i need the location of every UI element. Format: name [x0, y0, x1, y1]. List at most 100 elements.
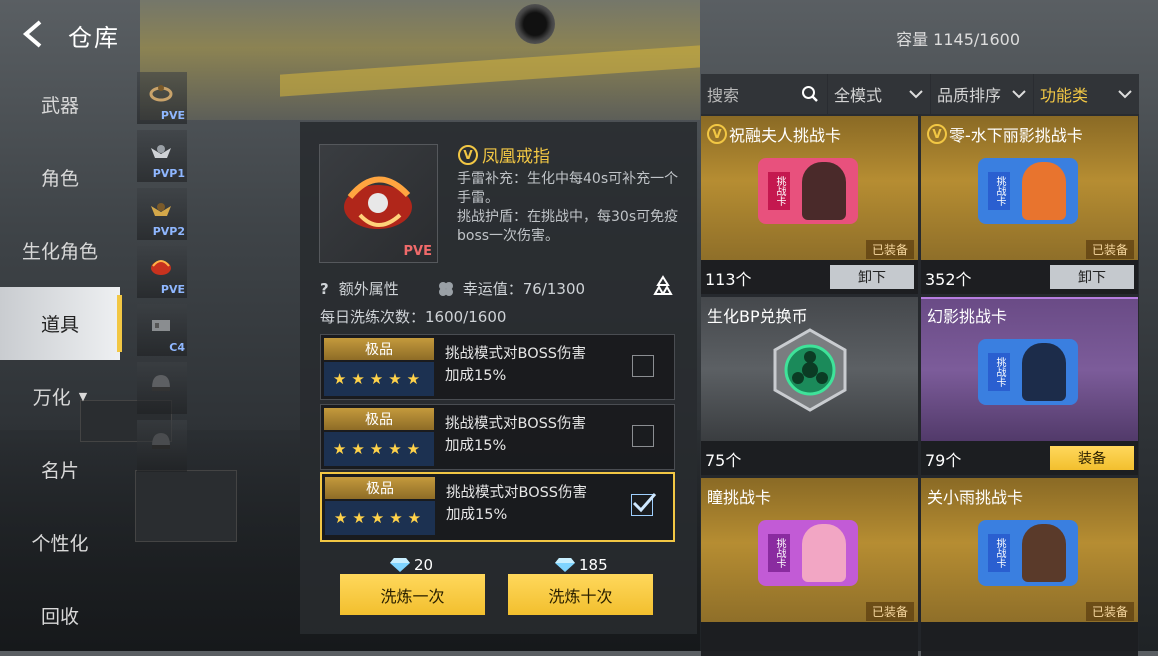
card-title: V 零-水下丽影挑战卡	[927, 122, 1083, 146]
capacity-label: 容量 1145/1600	[896, 30, 1020, 49]
card-chip-label: 挑战卡	[768, 172, 790, 210]
help-icon[interactable]: ?	[320, 280, 329, 298]
item-count: 75个	[705, 451, 742, 470]
attribute-checkbox[interactable]	[632, 355, 654, 377]
card-chip-label: 挑战卡	[768, 534, 790, 572]
star-rating: ★★★★★	[324, 432, 434, 466]
item-card[interactable]: V 零-水下丽影挑战卡 挑战卡 已装备 352个 卸下	[921, 116, 1138, 294]
extra-attribute-row: ? 额外属性 幸运值：76/1300	[320, 278, 585, 299]
card-name: 幻影挑战卡	[927, 307, 1008, 326]
character-figure	[1022, 524, 1066, 582]
character-figure	[1022, 343, 1066, 401]
description-line: 手雷补充：生化中每40s可补充一个手雷。	[457, 171, 679, 206]
mode-filter-dropdown[interactable]: 全模式	[828, 74, 930, 114]
item-card[interactable]: 关小雨挑战卡 挑战卡 已装备	[921, 478, 1138, 656]
search-input[interactable]: 搜索	[701, 74, 827, 114]
recycle-icon[interactable]	[651, 274, 675, 298]
card-chip-label: 挑战卡	[988, 172, 1010, 210]
character-figure	[802, 524, 846, 582]
slot-tag: PVE	[160, 283, 185, 296]
equip-button[interactable]: 装备	[1050, 446, 1134, 470]
item-card[interactable]: 生化BP兑换币 75个	[701, 297, 918, 475]
menu-item-personalize[interactable]: 个性化	[0, 506, 120, 579]
extra-attribute-label: 额外属性	[338, 280, 399, 298]
attribute-option[interactable]: 极品 ★★★★★ 挑战模式对BOSS伤害 加成15%	[320, 334, 675, 400]
item-card[interactable]: 瞳挑战卡 挑战卡 已装备	[701, 478, 918, 656]
caret-down-icon: ▼	[78, 390, 88, 403]
vip-badge-icon: V	[707, 124, 727, 144]
background-crate	[135, 470, 237, 542]
menu-item-props[interactable]: 道具	[0, 287, 122, 360]
card-footer: 352个 卸下	[921, 260, 1138, 294]
slot-pvp2[interactable]: PVP2	[137, 188, 187, 240]
item-name: 凤凰戒指	[482, 147, 550, 167]
item-card[interactable]: 幻影挑战卡 挑战卡 79个 装备	[921, 297, 1138, 475]
mode-tag: PVE	[403, 244, 432, 259]
menu-item-label: 武器	[40, 95, 79, 117]
attribute-option-selected[interactable]: 极品 ★★★★★ 挑战模式对BOSS伤害 加成15%	[320, 472, 675, 542]
card-title: 生化BP兑换币	[707, 303, 808, 327]
item-count: 113个	[705, 270, 752, 289]
slot-helmet[interactable]	[137, 420, 187, 472]
c4-icon	[152, 320, 170, 331]
menu-item-bio-characters[interactable]: 生化角色	[0, 214, 120, 287]
menu-item-label: 名片	[40, 460, 79, 482]
menu-item-characters[interactable]: 角色	[0, 141, 120, 214]
challenge-card-image: 挑战卡	[978, 158, 1078, 224]
biohazard-coin-icon	[773, 328, 847, 412]
challenge-card-image: 挑战卡	[758, 520, 858, 586]
unequip-button[interactable]: 卸下	[1050, 265, 1134, 289]
camera-lens-decoration	[515, 4, 555, 44]
attribute-line: 挑战模式对BOSS伤害	[445, 416, 587, 432]
character-figure	[802, 162, 846, 220]
attribute-line: 加成15%	[446, 507, 508, 523]
item-count: 79个	[925, 451, 962, 470]
filter-label: 品质排序	[937, 86, 1002, 105]
sort-dropdown[interactable]: 品质排序	[931, 74, 1033, 114]
category-dropdown[interactable]: 功能类	[1034, 74, 1139, 114]
equipment-slots: PVE PVP1 PVP2 PVE C4	[137, 72, 187, 478]
phoenix-ring-icon	[151, 260, 171, 275]
item-detail-panel: PVE V 凤凰戒指 手雷补充：生化中每40s可补充一个手雷。 挑战护盾：在挑战…	[300, 122, 697, 634]
attribute-text: 挑战模式对BOSS伤害 加成15%	[446, 482, 636, 526]
cost-ten: 185	[555, 556, 608, 574]
card-chip-label: 挑战卡	[988, 353, 1010, 391]
luck-value: 幸运值：76/1300	[462, 280, 586, 298]
attribute-checkbox[interactable]	[631, 493, 657, 516]
slot-c4[interactable]: C4	[137, 304, 187, 356]
menu-item-recycle[interactable]: 回收	[0, 579, 120, 652]
slot-pve-phoenix[interactable]: PVE	[137, 246, 187, 298]
star-rating: ★★★★★	[324, 362, 434, 396]
page-title: 仓库	[68, 24, 120, 52]
card-footer: 79个 装备	[921, 441, 1138, 475]
item-count: 352个	[925, 270, 972, 289]
unequip-button[interactable]: 卸下	[830, 265, 914, 289]
item-card[interactable]: V 祝融夫人挑战卡 挑战卡 已装备 113个 卸下	[701, 116, 918, 294]
menu-item-weapons[interactable]: 武器	[0, 68, 120, 141]
attribute-checkbox[interactable]	[632, 425, 654, 447]
menu-item-label: 个性化	[31, 533, 89, 555]
reroll-ten-button[interactable]: 洗炼十次	[508, 574, 653, 615]
wings-emblem-icon	[151, 203, 171, 216]
slot-pvp1[interactable]: PVP1	[137, 130, 187, 182]
vip-badge-icon: V	[458, 144, 478, 165]
menu-item-label: 回收	[40, 606, 79, 628]
equipped-badge: 已装备	[1085, 240, 1134, 259]
character-figure	[1022, 162, 1066, 220]
slot-helmet[interactable]	[137, 362, 187, 414]
card-title: 幻影挑战卡	[927, 303, 1007, 327]
reroll-once-button[interactable]: 洗炼一次	[340, 574, 485, 615]
attribute-line: 加成15%	[445, 438, 507, 454]
search-icon	[802, 86, 818, 102]
back-button[interactable]	[18, 18, 48, 50]
menu-item-wanhua[interactable]: 万化 ▼	[0, 360, 120, 433]
cost-value: 20	[414, 556, 434, 574]
star-rating: ★★★★★	[325, 501, 435, 535]
checkmark-icon	[632, 493, 657, 513]
attribute-option[interactable]: 极品 ★★★★★ 挑战模式对BOSS伤害 加成15%	[320, 404, 675, 470]
menu-item-cards[interactable]: 名片	[0, 433, 120, 506]
slot-ring[interactable]: PVE	[137, 72, 187, 124]
filter-label: 功能类	[1040, 86, 1089, 105]
card-name: 零-水下丽影挑战卡	[949, 126, 1083, 145]
chevron-down-icon	[909, 90, 923, 99]
